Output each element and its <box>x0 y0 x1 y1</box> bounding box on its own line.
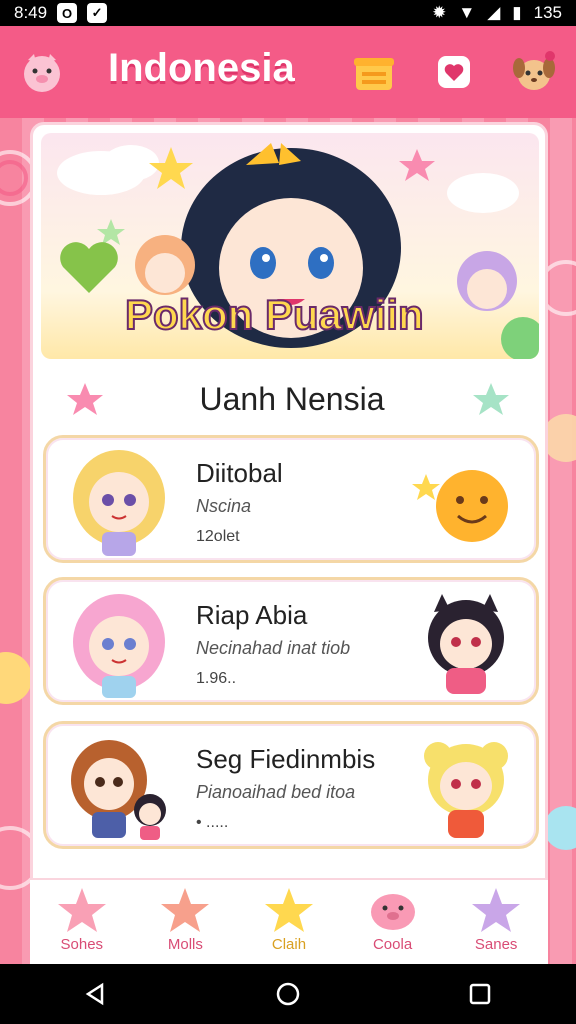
puppy-face-icon[interactable] <box>508 46 560 98</box>
item-title: Diitobal <box>196 458 283 488</box>
pig-icon <box>370 894 415 930</box>
item-subtitle: Necinahad inat tiob <box>196 638 351 658</box>
nav-label: Molls <box>167 936 203 953</box>
main-card: Pokon Puawiin Uanh Nensia Diitobal Nscin… <box>30 122 548 964</box>
brown-hair-characters-avatar <box>71 740 166 840</box>
status-bar: 8:49 O ✓ ✹ ▼ ◢ ▮ 135 <box>0 0 576 26</box>
signal-icon: ◢ <box>487 3 501 22</box>
wifi-icon: ▼ <box>458 3 476 22</box>
star-icon <box>161 888 210 932</box>
bottom-navigation: Sohes Molls Claih Coola Sanes <box>30 878 548 964</box>
nav-label: Sanes <box>474 936 518 953</box>
gift-box-icon[interactable] <box>348 46 400 98</box>
nav-label: Claih <box>271 936 307 953</box>
home-icon[interactable] <box>275 981 301 1007</box>
list-item[interactable]: Riap Abia Necinahad inat tiob 1.96.. <box>43 577 539 705</box>
blonde-buns-character-avatar <box>424 742 508 838</box>
heart-badge-icon[interactable] <box>428 46 480 98</box>
featured-banner[interactable]: Pokon Puawiin <box>41 133 539 359</box>
nav-item-molls[interactable]: Molls <box>140 886 230 953</box>
nav-item-coola[interactable]: Coola <box>348 886 438 953</box>
battery-level: 135 <box>533 3 562 22</box>
blonde-character-avatar <box>73 450 165 556</box>
app-title: Indonesia <box>108 46 295 90</box>
banner-title: Pokon Puawiin <box>124 290 425 339</box>
list-item[interactable]: Seg Fiedinmbis Pianoaihad bed itoa • ...… <box>43 721 539 849</box>
nav-label: Coola <box>372 936 413 953</box>
nav-item-sohes[interactable]: Sohes <box>37 886 127 953</box>
star-icon <box>57 888 106 932</box>
nav-item-claih[interactable]: Claih <box>244 886 334 953</box>
settings-status-icon: ✹ <box>432 3 447 22</box>
back-icon[interactable] <box>84 982 108 1006</box>
nav-item-sanes[interactable]: Sanes <box>451 886 541 953</box>
item-subtitle: Pianoaihad bed itoa <box>196 782 356 802</box>
cat-girl-character-avatar <box>428 594 504 694</box>
status-time: 8:49 <box>14 3 48 22</box>
recents-icon[interactable] <box>468 982 492 1006</box>
battery-icon: ▮ <box>512 3 522 22</box>
item-meta: 1.96.. <box>196 670 237 687</box>
item-meta: • ..... <box>196 814 229 831</box>
star-icon <box>472 888 521 932</box>
item-meta: 12olet <box>196 528 240 545</box>
pink-hair-character-avatar <box>73 594 165 698</box>
list-item[interactable]: Diitobal Nscina 12olet <box>43 435 539 563</box>
section-title: Uanh Nensia <box>199 381 385 417</box>
item-title: Riap Abia <box>196 600 308 630</box>
pig-face-icon[interactable] <box>16 46 68 98</box>
smiley-sun-icon <box>412 470 508 542</box>
system-navigation-bar <box>0 964 576 1024</box>
item-subtitle: Nscina <box>196 496 252 516</box>
check-notification-icon: ✓ <box>87 3 108 23</box>
notification-icon: O <box>57 3 78 23</box>
item-title: Seg Fiedinmbis <box>196 744 376 774</box>
nav-label: Sohes <box>60 936 104 953</box>
app-header: Indonesia <box>0 26 576 118</box>
star-icon <box>264 888 313 932</box>
